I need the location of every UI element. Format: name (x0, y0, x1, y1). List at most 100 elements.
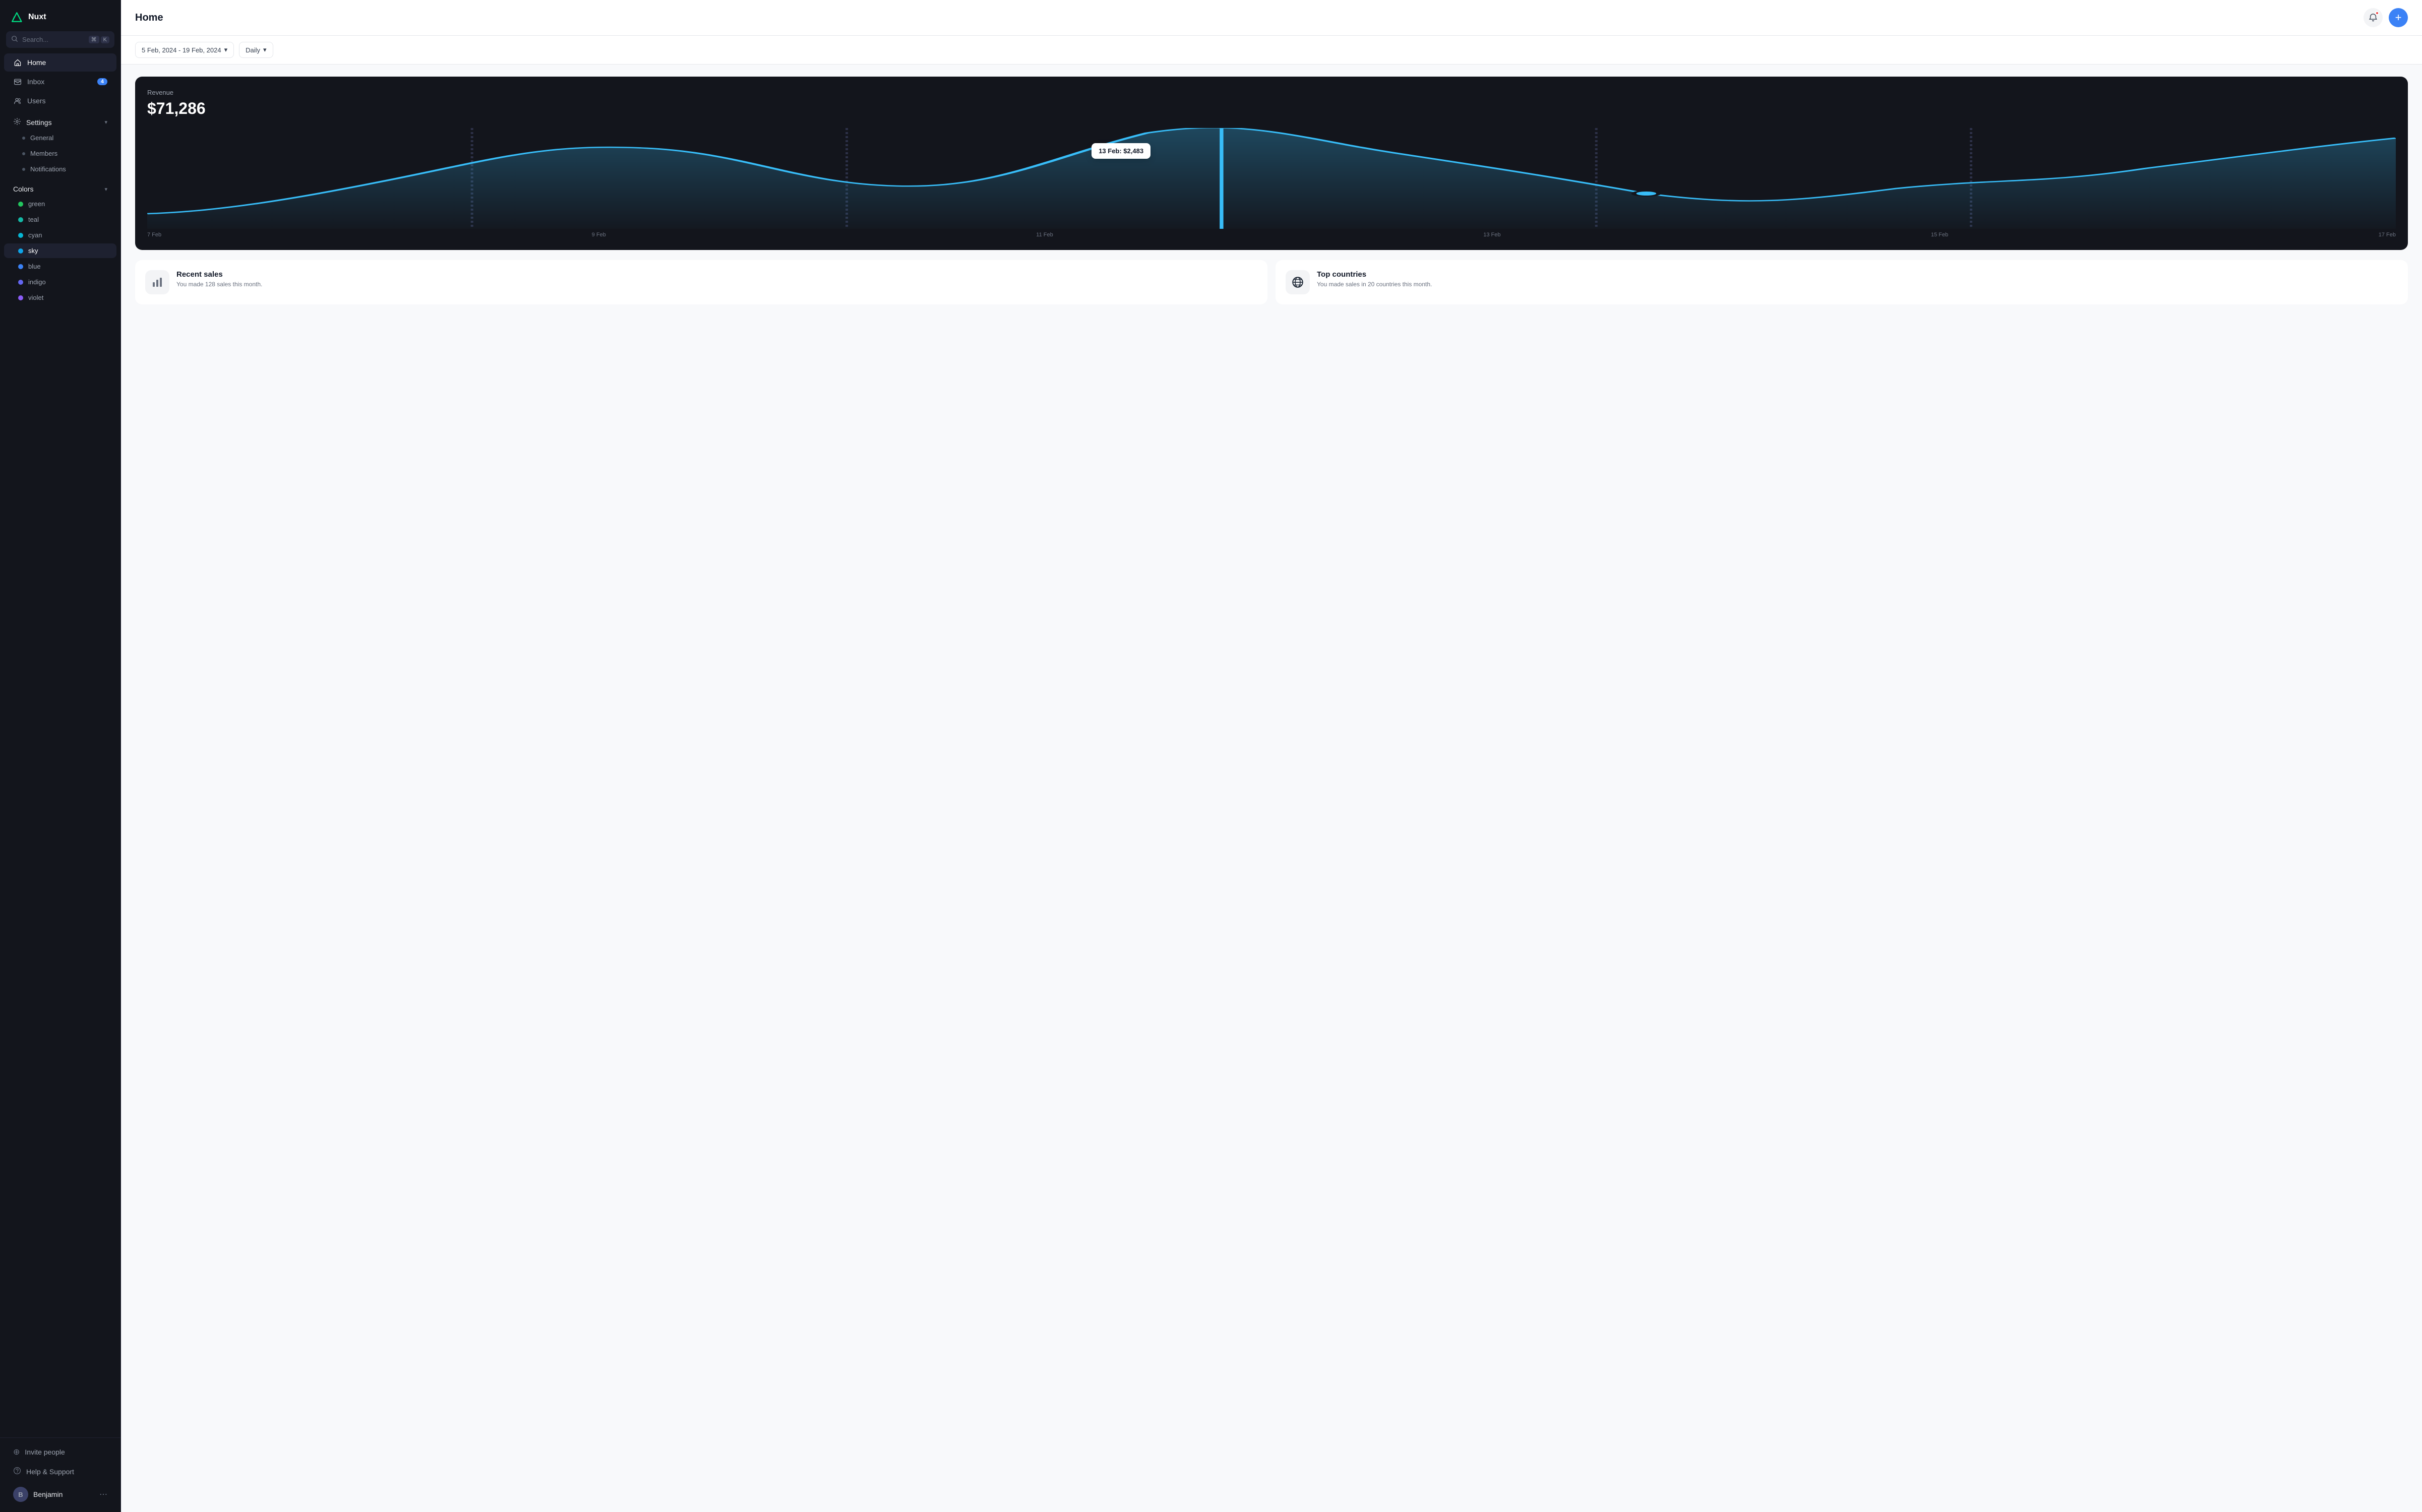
settings-section-header[interactable]: Settings ▾ (4, 113, 116, 129)
sidebar-item-users[interactable]: Users (4, 92, 116, 110)
color-item-violet[interactable]: violet (4, 290, 116, 305)
recent-sales-subtitle: You made 128 sales this month. (176, 281, 262, 288)
colors-section-header[interactable]: Colors ▾ (4, 181, 116, 195)
green-dot (18, 202, 23, 207)
color-item-indigo[interactable]: indigo (4, 275, 116, 289)
home-label: Home (27, 58, 107, 67)
app-logo[interactable]: Nuxt (0, 0, 120, 31)
help-label: Help & Support (26, 1468, 74, 1476)
search-bar[interactable]: Search... ⌘ K (6, 31, 114, 48)
content-area: Revenue $71,286 (121, 65, 2422, 1512)
notifications-label: Notifications (30, 165, 66, 173)
date-range-picker[interactable]: 5 Feb, 2024 - 19 Feb, 2024 ▾ (135, 42, 234, 58)
recent-sales-content: Recent sales You made 128 sales this mon… (176, 270, 262, 288)
colors-label: Colors (13, 185, 33, 193)
sidebar-item-notifications[interactable]: Notifications (4, 162, 116, 176)
recent-sales-card: Recent sales You made 128 sales this mon… (135, 260, 1267, 304)
chart-x-labels: 7 Feb 9 Feb 11 Feb 13 Feb 15 Feb 17 Feb (147, 229, 2396, 238)
notification-dot (2375, 11, 2379, 15)
chart-area: 13 Feb: $2,483 (147, 128, 2396, 229)
notifications-button[interactable] (2364, 8, 2383, 27)
x-label-0: 7 Feb (147, 232, 161, 238)
period-selector[interactable]: Daily ▾ (239, 42, 273, 58)
search-shortcut: ⌘ K (89, 36, 109, 43)
user-profile-button[interactable]: B Benjamin ⋯ (4, 1482, 116, 1507)
main-header: Home + (121, 0, 2422, 36)
inbox-icon (13, 77, 22, 86)
green-label: green (28, 200, 45, 208)
sidebar: Nuxt Search... ⌘ K Home (0, 0, 121, 1512)
date-range-value: 5 Feb, 2024 - 19 Feb, 2024 (142, 46, 221, 54)
settings-label: Settings (26, 118, 52, 127)
user-name: Benjamin (33, 1490, 94, 1498)
period-value: Daily (246, 46, 260, 54)
x-label-3: 13 Feb (1483, 232, 1500, 238)
revenue-label: Revenue (147, 89, 2396, 96)
cyan-label: cyan (28, 231, 42, 239)
top-countries-title: Top countries (1317, 270, 1432, 279)
header-actions: + (2364, 8, 2408, 27)
settings-icon (13, 117, 21, 127)
settings-chevron-icon: ▾ (104, 119, 107, 125)
x-label-4: 15 Feb (1931, 232, 1948, 238)
date-chevron-icon: ▾ (224, 46, 228, 54)
top-countries-subtitle: You made sales in 20 countries this mont… (1317, 281, 1432, 288)
toolbar: 5 Feb, 2024 - 19 Feb, 2024 ▾ Daily ▾ (121, 36, 2422, 65)
inbox-badge: 4 (97, 78, 107, 85)
users-label: Users (27, 97, 107, 105)
teal-dot (18, 217, 23, 222)
invite-people-button[interactable]: ⊕ Invite people (4, 1442, 116, 1462)
top-countries-card: Top countries You made sales in 20 count… (1276, 260, 2408, 304)
top-countries-content: Top countries You made sales in 20 count… (1317, 270, 1432, 288)
main-content: Home + 5 Feb, 2024 - 19 Feb, 2024 ▾ Dail… (121, 0, 2422, 1512)
search-icon (11, 35, 18, 44)
cyan-dot (18, 233, 23, 238)
sidebar-item-members[interactable]: Members (4, 146, 116, 161)
search-placeholder: Search... (22, 36, 85, 43)
user-more-icon[interactable]: ⋯ (99, 1489, 107, 1499)
app-name: Nuxt (28, 13, 46, 22)
color-item-sky[interactable]: sky (4, 243, 116, 258)
sidebar-item-inbox[interactable]: Inbox 4 (4, 73, 116, 91)
teal-label: teal (28, 216, 39, 223)
revenue-chart-svg (147, 128, 2396, 229)
home-icon (13, 58, 22, 67)
help-icon (13, 1467, 21, 1476)
sidebar-item-home[interactable]: Home (4, 53, 116, 72)
blue-dot (18, 264, 23, 269)
help-support-button[interactable]: Help & Support (4, 1462, 116, 1481)
color-item-blue[interactable]: blue (4, 259, 116, 274)
indigo-label: indigo (28, 278, 46, 286)
color-item-green[interactable]: green (4, 197, 116, 211)
color-item-cyan[interactable]: cyan (4, 228, 116, 242)
general-label: General (30, 134, 53, 142)
violet-dot (18, 295, 23, 300)
x-label-5: 17 Feb (2379, 232, 2396, 238)
revenue-chart-card: Revenue $71,286 (135, 77, 2408, 250)
blue-label: blue (28, 263, 41, 270)
nuxt-logo-icon (9, 10, 23, 24)
top-countries-icon-wrap (1286, 270, 1310, 294)
indigo-dot (18, 280, 23, 285)
globe-icon (1291, 276, 1304, 289)
page-title: Home (135, 12, 163, 24)
colors-chevron-icon: ▾ (104, 186, 107, 193)
sub-dot-icon (22, 168, 25, 171)
x-label-2: 11 Feb (1036, 232, 1053, 238)
period-chevron-icon: ▾ (263, 46, 267, 54)
bar-chart-icon (151, 276, 163, 288)
add-button[interactable]: + (2389, 8, 2408, 27)
sub-dot-icon (22, 137, 25, 140)
sky-label: sky (28, 247, 38, 255)
color-item-teal[interactable]: teal (4, 212, 116, 227)
users-icon (13, 96, 22, 105)
sidebar-item-general[interactable]: General (4, 131, 116, 145)
inbox-label: Inbox (27, 78, 92, 86)
bottom-cards-row: Recent sales You made 128 sales this mon… (135, 260, 2408, 304)
revenue-value: $71,286 (147, 99, 2396, 118)
violet-label: violet (28, 294, 43, 301)
chart-tooltip: 13 Feb: $2,483 (1092, 143, 1151, 159)
sidebar-bottom: ⊕ Invite people Help & Support B Benjami… (0, 1437, 120, 1512)
recent-sales-icon-wrap (145, 270, 169, 294)
plus-circle-icon: ⊕ (13, 1447, 20, 1457)
